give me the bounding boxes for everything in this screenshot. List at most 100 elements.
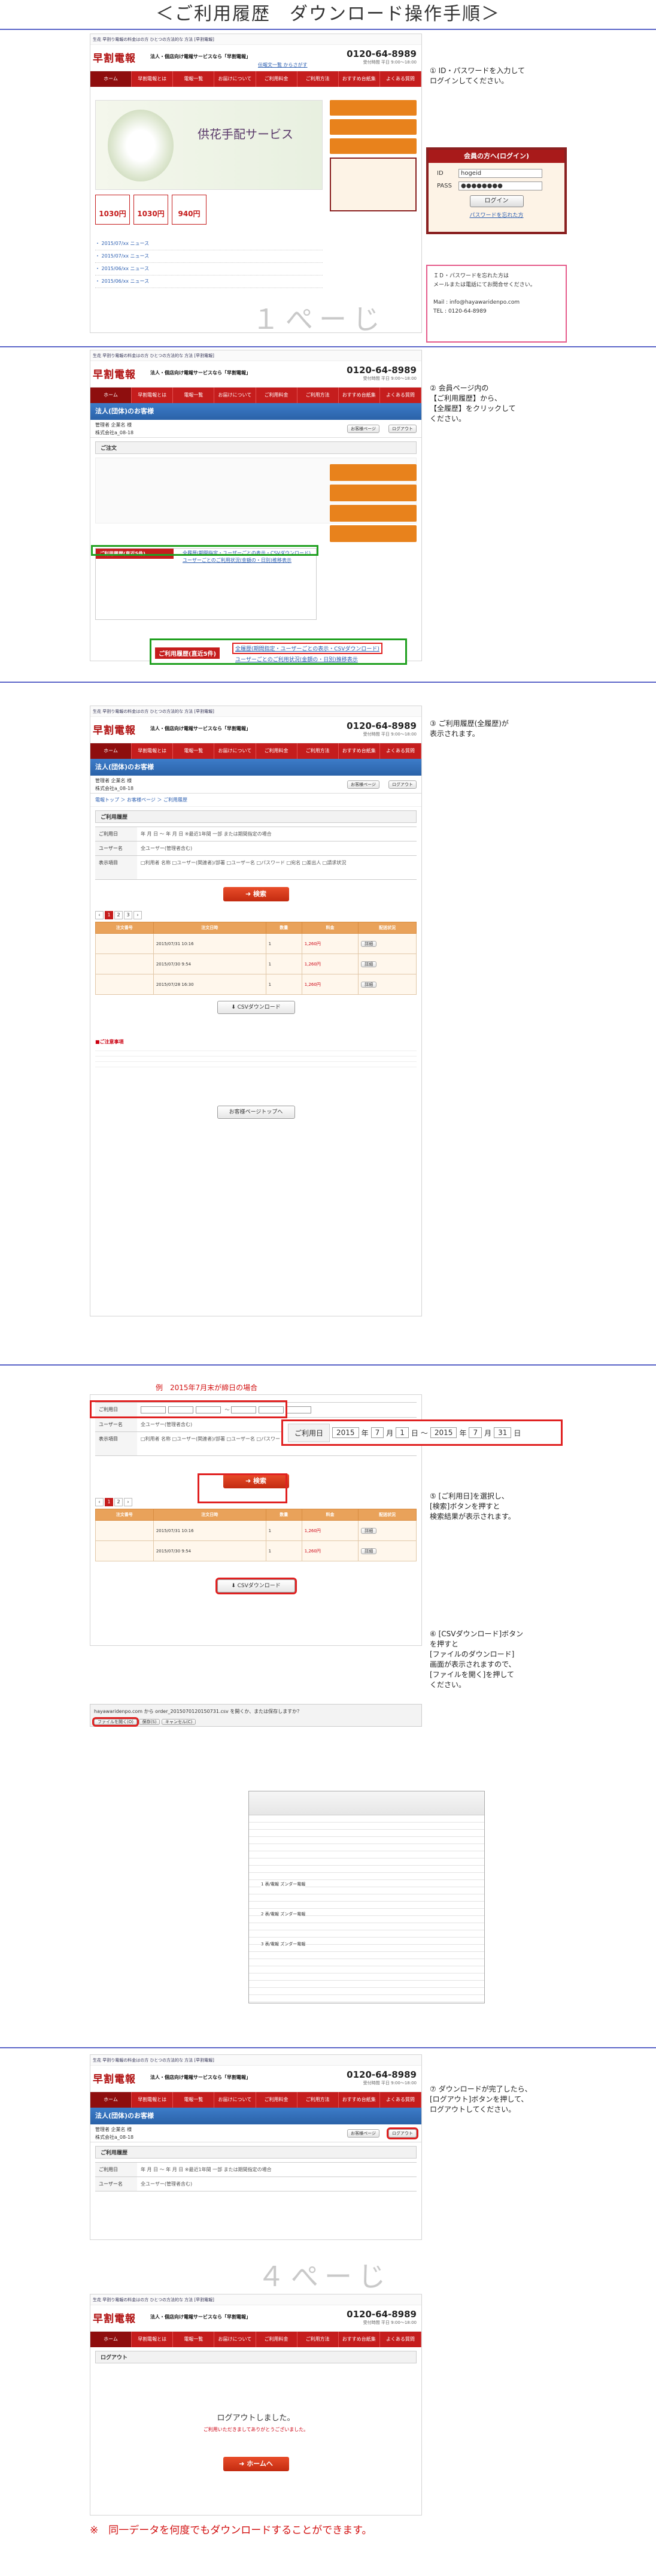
id-field[interactable]: hogeid: [458, 169, 542, 178]
nav-item[interactable]: おすすめ台紙集: [339, 743, 380, 759]
nav-item[interactable]: ご利用料金: [256, 71, 297, 87]
login-button[interactable]: ログイン: [469, 195, 524, 207]
nav-item[interactable]: ホーム: [90, 71, 132, 87]
page-2[interactable]: 2: [114, 911, 123, 919]
page-prev[interactable]: ‹: [95, 1498, 104, 1506]
nav-item[interactable]: ご利用方法: [297, 2092, 339, 2108]
date-range-select[interactable]: 年 月 日 ～ 年 月 日 ※最近1年間 一部 または期間指定の場合: [137, 2163, 417, 2177]
nav-item[interactable]: よくある質問: [380, 2332, 421, 2347]
price-badge[interactable]: 940円: [172, 195, 206, 225]
nav-item[interactable]: 電報一覧: [173, 2332, 215, 2347]
nav-item[interactable]: ホーム: [90, 2092, 132, 2108]
nav-item[interactable]: ご利用料金: [256, 2092, 297, 2108]
nav-item[interactable]: 電報一覧: [173, 2092, 215, 2108]
page-1[interactable]: 1: [105, 1498, 113, 1506]
save-file-button[interactable]: 保存(S): [138, 1719, 160, 1725]
nav-item[interactable]: ご利用方法: [297, 2332, 339, 2347]
nav-item[interactable]: よくある質問: [380, 2092, 421, 2108]
nav-item[interactable]: お届けについて: [214, 71, 256, 87]
nav-item[interactable]: お届けについて: [214, 743, 256, 759]
day-from-select[interactable]: 1: [396, 1427, 409, 1438]
nav-item[interactable]: 早割電報とは: [132, 2092, 174, 2108]
forgot-password-link[interactable]: パスワードを忘れた方: [437, 211, 556, 219]
site-logo[interactable]: 早割電報: [93, 366, 136, 381]
detail-button[interactable]: 詳細: [361, 981, 377, 988]
site-logo[interactable]: 早割電報: [93, 2310, 136, 2325]
open-file-button[interactable]: ファイルを開く(O): [92, 1717, 139, 1727]
month-from-select[interactable]: 7: [370, 1427, 384, 1438]
logout-button[interactable]: ログアウト: [387, 2127, 418, 2139]
nav-item[interactable]: よくある質問: [380, 388, 421, 403]
csv-download-button[interactable]: ⬇ CSVダウンロード: [217, 1001, 295, 1014]
nav-item[interactable]: お届けについて: [214, 388, 256, 403]
nav-item[interactable]: ご利用料金: [256, 2332, 297, 2347]
detail-button[interactable]: 詳細: [361, 940, 377, 947]
customer-page-button[interactable]: お客様ページ: [347, 2129, 379, 2138]
user-select[interactable]: 全ユーザー(管理者含む): [137, 841, 417, 855]
nav-item[interactable]: おすすめ台紙集: [339, 71, 380, 87]
logout-button[interactable]: ログアウト: [388, 780, 417, 789]
nav-item[interactable]: お届けについて: [214, 2332, 256, 2347]
main-nav: ホーム 早割電報とは 電報一覧 お届けについて ご利用料金 ご利用方法 おすすめ台紙集 よくあ…: [90, 388, 421, 403]
history-link-users-zoom[interactable]: ユーザーごとのご利用状況(金額の・日別)推移表示: [235, 655, 358, 663]
day-to-select[interactable]: 31: [494, 1427, 512, 1438]
page-next[interactable]: ›: [133, 911, 142, 919]
cancel-button[interactable]: キャンセル(C): [161, 1719, 196, 1725]
nav-item[interactable]: 早割電報とは: [132, 388, 174, 403]
year-to-select[interactable]: 2015: [430, 1427, 457, 1438]
date-range-select[interactable]: 年 月 日 ～ 年 月 日 ※最近1年間 一部 または期間指定の場合: [137, 827, 417, 841]
year-from-select[interactable]: 2015: [332, 1427, 359, 1438]
search-button[interactable]: ➜ 検索: [223, 887, 289, 901]
nav-item[interactable]: ご利用料金: [256, 388, 297, 403]
nav-item[interactable]: ホーム: [90, 388, 132, 403]
nav-item[interactable]: 電報一覧: [173, 388, 215, 403]
csv-download-button[interactable]: ⬇ CSVダウンロード: [215, 1578, 297, 1594]
history-link-users[interactable]: ユーザーごとのご利用状況(金額の・日別)推移表示: [183, 557, 291, 564]
nav-item[interactable]: 早割電報とは: [132, 71, 174, 87]
page-next[interactable]: ›: [124, 1498, 132, 1506]
page-prev[interactable]: ‹: [95, 911, 104, 919]
nav-item[interactable]: ご利用方法: [297, 71, 339, 87]
nav-item[interactable]: ホーム: [90, 2332, 132, 2347]
back-to-customer-page[interactable]: お客様ページトップへ: [217, 1106, 295, 1119]
nav-item[interactable]: 早割電報とは: [132, 2332, 174, 2347]
nav-item[interactable]: 電報一覧: [173, 71, 215, 87]
history-link-all-zoom[interactable]: 全履歴(期間指定・ユーザーごとの表示・CSVダウンロード): [232, 643, 382, 654]
nav-item[interactable]: ご利用方法: [297, 743, 339, 759]
price-badge[interactable]: 1030円: [133, 195, 168, 225]
header-link[interactable]: 伝報文一覧 からさがす: [258, 62, 308, 68]
breadcrumb[interactable]: 電報トップ ＞ お客様ページ ＞ ご利用履歴: [90, 794, 421, 807]
nav-item[interactable]: よくある質問: [380, 743, 421, 759]
nav-item[interactable]: よくある質問: [380, 71, 421, 87]
nav-item[interactable]: ホーム: [90, 743, 132, 759]
column-checkboxes[interactable]: □利用者 名称 □ユーザー(関連者)/部署 □ユーザー名 □パスワード □宛名 …: [137, 856, 417, 879]
nav-item[interactable]: ご利用方法: [297, 388, 339, 403]
user-select[interactable]: 全ユーザー(管理者含む): [137, 2177, 417, 2191]
download-bar: hayawaridenpo.com から order_2015070120150…: [90, 1704, 422, 1727]
detail-button[interactable]: 詳細: [361, 1527, 377, 1534]
logout-button[interactable]: ログアウト: [388, 425, 417, 433]
nav-item[interactable]: おすすめ台紙集: [339, 2332, 380, 2347]
site-logo[interactable]: 早割電報: [93, 50, 136, 65]
hero-banner[interactable]: 供花手配サービス: [95, 100, 323, 190]
home-button[interactable]: ➜ ホームへ: [223, 2457, 289, 2471]
pass-label: PASS: [437, 183, 452, 189]
nav-item[interactable]: お届けについて: [214, 2092, 256, 2108]
nav-item[interactable]: 電報一覧: [173, 743, 215, 759]
site-logo[interactable]: 早割電報: [93, 722, 136, 737]
price-badge[interactable]: 1030円: [95, 195, 130, 225]
page-3[interactable]: 3: [124, 911, 132, 919]
nav-item[interactable]: おすすめ台紙集: [339, 2092, 380, 2108]
site-logo[interactable]: 早割電報: [93, 2071, 136, 2085]
nav-item[interactable]: 早割電報とは: [132, 743, 174, 759]
nav-item[interactable]: おすすめ台紙集: [339, 388, 380, 403]
month-to-select[interactable]: 7: [469, 1427, 482, 1438]
customer-page-button[interactable]: お客様ページ: [347, 425, 379, 433]
detail-button[interactable]: 詳細: [361, 1548, 377, 1554]
page-1[interactable]: 1: [105, 911, 113, 919]
detail-button[interactable]: 詳細: [361, 961, 377, 967]
nav-item[interactable]: ご利用料金: [256, 743, 297, 759]
page-2[interactable]: 2: [114, 1498, 123, 1506]
password-field[interactable]: ●●●●●●●●: [458, 181, 542, 190]
customer-page-button[interactable]: お客様ページ: [347, 780, 379, 789]
